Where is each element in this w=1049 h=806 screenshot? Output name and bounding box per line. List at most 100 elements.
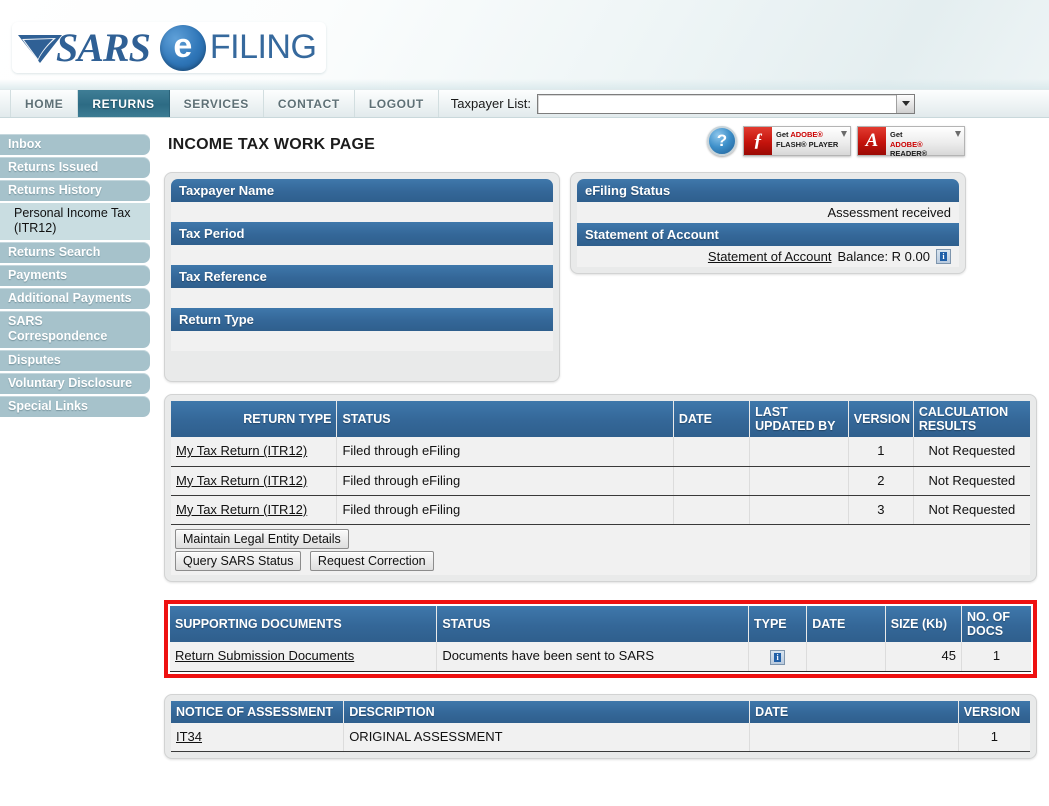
- returns-cell-date: [673, 495, 749, 524]
- download-arrow-icon: [955, 131, 961, 137]
- noa-cell-date: [750, 723, 959, 752]
- sidebar-item-returns-search-label: Returns Search: [8, 245, 100, 259]
- returns-panel: RETURN TYPE STATUS DATE LAST UPDATED BY …: [164, 394, 1037, 582]
- returns-col-last-updated-by: LAST UPDATED BY: [750, 401, 849, 437]
- noa-col-date: DATE: [750, 701, 959, 723]
- supdocs-col-size: SIZE (Kb): [885, 606, 961, 642]
- efiling-status-panel: eFiling Status Assessment received State…: [570, 172, 966, 274]
- efiling-status-value: Assessment received: [577, 202, 959, 223]
- returns-col-return-type: RETURN TYPE: [171, 401, 337, 437]
- supdocs-cell-name: Return Submission Documents: [170, 642, 437, 672]
- taxpayer-list-group: Taxpayer List:: [451, 90, 915, 117]
- supdocs-col-name: SUPPORTING DOCUMENTS: [170, 606, 437, 642]
- supporting-documents-table: SUPPORTING DOCUMENTS STATUS TYPE DATE SI…: [170, 606, 1031, 672]
- sidebar-item-special-links-label: Special Links: [8, 399, 88, 413]
- logo-sars-text: SARS: [56, 24, 150, 71]
- sidebar-item-returns-issued-label: Returns Issued: [8, 160, 98, 174]
- return-type-link[interactable]: My Tax Return (ITR12): [176, 502, 307, 517]
- returns-cell-return-type: My Tax Return (ITR12): [171, 437, 337, 466]
- taxpayer-name-header: Taxpayer Name: [171, 179, 553, 202]
- it34-link[interactable]: IT34: [176, 729, 202, 744]
- table-row[interactable]: My Tax Return (ITR12) Filed through eFil…: [171, 437, 1030, 466]
- sidebar-item-payments-label: Payments: [8, 268, 67, 282]
- sidebar-item-voluntary-disclosure-label: Voluntary Disclosure: [8, 376, 132, 390]
- noa-cell-notice: IT34: [171, 723, 344, 752]
- flash-line1-brand: ADOBE®: [790, 130, 823, 139]
- nav-tab-returns[interactable]: RETURNS: [78, 90, 169, 117]
- request-correction-button[interactable]: Request Correction: [310, 551, 434, 571]
- sidebar-item-inbox[interactable]: Inbox: [0, 134, 150, 155]
- return-type-link[interactable]: My Tax Return (ITR12): [176, 473, 307, 488]
- sidebar-subitem-personal-income-tax[interactable]: Personal Income Tax (ITR12): [0, 203, 150, 240]
- logo-e-letter: e: [173, 29, 192, 63]
- reader-line2-brand: ADOBE®: [890, 140, 923, 149]
- statement-of-account-link[interactable]: Statement of Account: [708, 249, 832, 264]
- returns-cell-date: [673, 437, 749, 466]
- taxpayer-list-dropdown[interactable]: [537, 94, 915, 114]
- nav-tab-services-label: SERVICES: [184, 97, 249, 111]
- returns-cell-version: 3: [848, 495, 913, 524]
- statement-of-account-row: Statement of Account Balance: R 0.00 i: [577, 246, 959, 267]
- table-row[interactable]: IT34 ORIGINAL ASSESSMENT 1: [171, 723, 1030, 752]
- nav-tab-returns-label: RETURNS: [92, 97, 154, 111]
- sidebar-item-disputes[interactable]: Disputes: [0, 350, 150, 371]
- download-arrow-icon: [841, 131, 847, 137]
- returns-cell-return-type: My Tax Return (ITR12): [171, 466, 337, 495]
- returns-table: RETURN TYPE STATUS DATE LAST UPDATED BY …: [171, 401, 1030, 525]
- flash-line1-pre: Get: [776, 130, 790, 139]
- maintain-legal-entity-details-button[interactable]: Maintain Legal Entity Details: [175, 529, 349, 549]
- sidebar-item-returns-issued[interactable]: Returns Issued: [0, 157, 150, 178]
- statement-of-account-header: Statement of Account: [577, 223, 959, 246]
- table-row[interactable]: My Tax Return (ITR12) Filed through eFil…: [171, 495, 1030, 524]
- sars-efiling-logo[interactable]: SARS e FILING: [12, 22, 326, 73]
- return-submission-documents-link[interactable]: Return Submission Documents: [175, 648, 354, 663]
- noa-cell-version: 1: [958, 723, 1030, 752]
- sidebar-item-sars-correspondence[interactable]: SARS Correspondence: [0, 311, 150, 348]
- sidebar-item-returns-history[interactable]: Returns History: [0, 180, 150, 201]
- get-adobe-flash-player-button[interactable]: ƒ Get ADOBE® FLASH® PLAYER: [743, 126, 851, 156]
- nav-tab-services[interactable]: SERVICES: [170, 90, 264, 117]
- taxpayer-name-value: [171, 202, 553, 222]
- return-type-header: Return Type: [171, 308, 553, 331]
- supdocs-cell-status: Documents have been sent to SARS: [437, 642, 749, 672]
- sidebar-item-disputes-label: Disputes: [8, 353, 61, 367]
- returns-col-version: VERSION: [848, 401, 913, 437]
- supporting-documents-highlight: SUPPORTING DOCUMENTS STATUS TYPE DATE SI…: [164, 600, 1037, 678]
- supdocs-col-status: STATUS: [437, 606, 749, 642]
- noa-col-version: VERSION: [958, 701, 1030, 723]
- nav-tab-logout[interactable]: LOGOUT: [355, 90, 439, 117]
- tax-period-value: [171, 245, 553, 265]
- sidebar-item-additional-payments[interactable]: Additional Payments: [0, 288, 150, 309]
- supdocs-col-no-of-docs: NO. OF DOCS: [961, 606, 1031, 642]
- sidebar-item-special-links[interactable]: Special Links: [0, 396, 150, 417]
- main-navigation: HOME RETURNS SERVICES CONTACT LOGOUT Tax…: [0, 90, 1049, 118]
- get-adobe-flash-player-label: Get ADOBE® FLASH® PLAYER: [772, 127, 850, 155]
- info-icon[interactable]: i: [936, 249, 951, 264]
- supdocs-col-type: TYPE: [748, 606, 806, 642]
- table-row[interactable]: Return Submission Documents Documents ha…: [170, 642, 1031, 672]
- sidebar-item-payments[interactable]: Payments: [0, 265, 150, 286]
- returns-cell-calculation-results: Not Requested: [913, 437, 1030, 466]
- tax-period-header: Tax Period: [171, 222, 553, 245]
- summary-panels-row: Taxpayer Name Tax Period Tax Reference R…: [164, 172, 1037, 382]
- document-type-info-icon[interactable]: i: [770, 650, 785, 665]
- sidebar-item-voluntary-disclosure[interactable]: Voluntary Disclosure: [0, 373, 150, 394]
- flash-line2: FLASH® PLAYER: [776, 140, 838, 149]
- chevron-down-icon[interactable]: [896, 95, 914, 113]
- get-adobe-reader-button[interactable]: A Get ADOBE® READER®: [857, 126, 965, 156]
- query-sars-status-button[interactable]: Query SARS Status: [175, 551, 301, 571]
- help-icon[interactable]: ?: [707, 126, 737, 156]
- nav-tab-home[interactable]: HOME: [10, 90, 78, 117]
- nav-tab-home-label: HOME: [25, 97, 63, 111]
- returns-col-date: DATE: [673, 401, 749, 437]
- returns-col-status: STATUS: [337, 401, 673, 437]
- returns-cell-calculation-results: Not Requested: [913, 495, 1030, 524]
- sidebar-item-returns-search[interactable]: Returns Search: [0, 242, 150, 263]
- returns-cell-calculation-results: Not Requested: [913, 466, 1030, 495]
- table-row[interactable]: My Tax Return (ITR12) Filed through eFil…: [171, 466, 1030, 495]
- nav-tab-contact[interactable]: CONTACT: [264, 90, 355, 117]
- supdocs-col-date: DATE: [807, 606, 885, 642]
- return-type-link[interactable]: My Tax Return (ITR12): [176, 443, 307, 458]
- statement-balance-text: Balance: R 0.00: [837, 249, 930, 264]
- document-type-info-glyph: i: [774, 653, 781, 662]
